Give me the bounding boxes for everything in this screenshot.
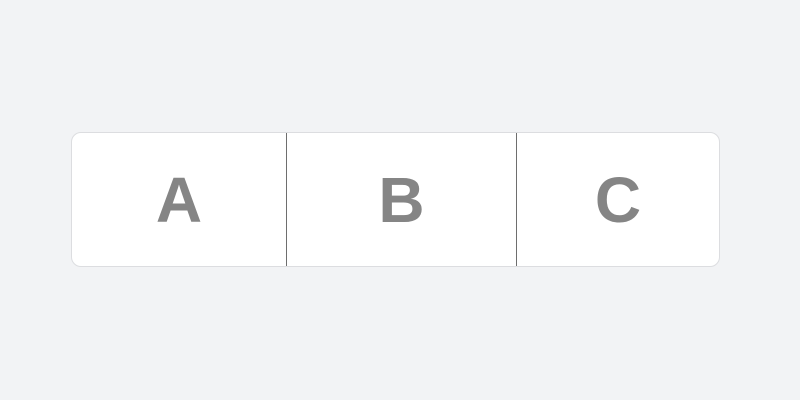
segment-a[interactable]: A [72, 133, 286, 266]
segment-a-label: A [155, 163, 203, 236]
page: A B C [0, 0, 800, 400]
segment-b[interactable]: B [287, 133, 516, 266]
segmented-control: A B C [71, 132, 720, 267]
segment-b-label: B [378, 163, 425, 236]
segment-c-label: C [594, 163, 642, 236]
segment-c[interactable]: C [517, 133, 719, 266]
